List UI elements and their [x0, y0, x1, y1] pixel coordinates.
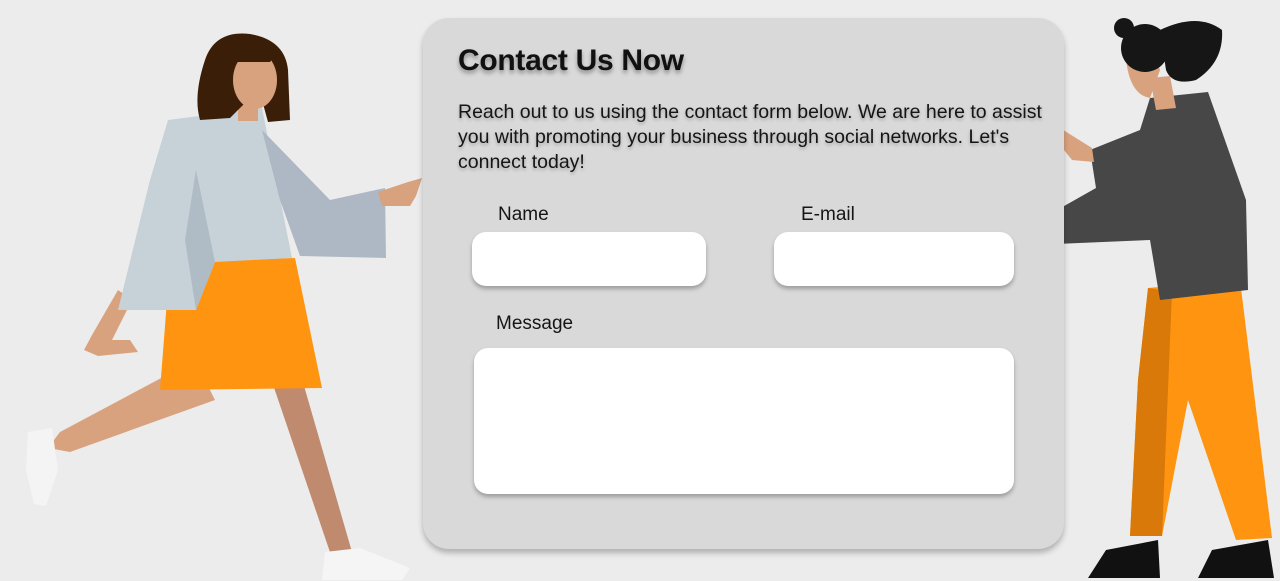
name-label: Name	[498, 204, 549, 225]
contact-page: Contact Us Now Reach out to us using the…	[0, 0, 1280, 581]
name-input[interactable]	[472, 232, 706, 286]
contact-form-card: Contact Us Now Reach out to us using the…	[423, 18, 1064, 549]
message-textarea[interactable]	[474, 348, 1014, 494]
message-label: Message	[496, 313, 574, 334]
email-label: E-mail	[801, 204, 855, 225]
email-input[interactable]	[774, 232, 1014, 286]
form-title: Contact Us Now	[458, 44, 684, 77]
form-description: Reach out to us using the contact form b…	[458, 101, 1042, 173]
